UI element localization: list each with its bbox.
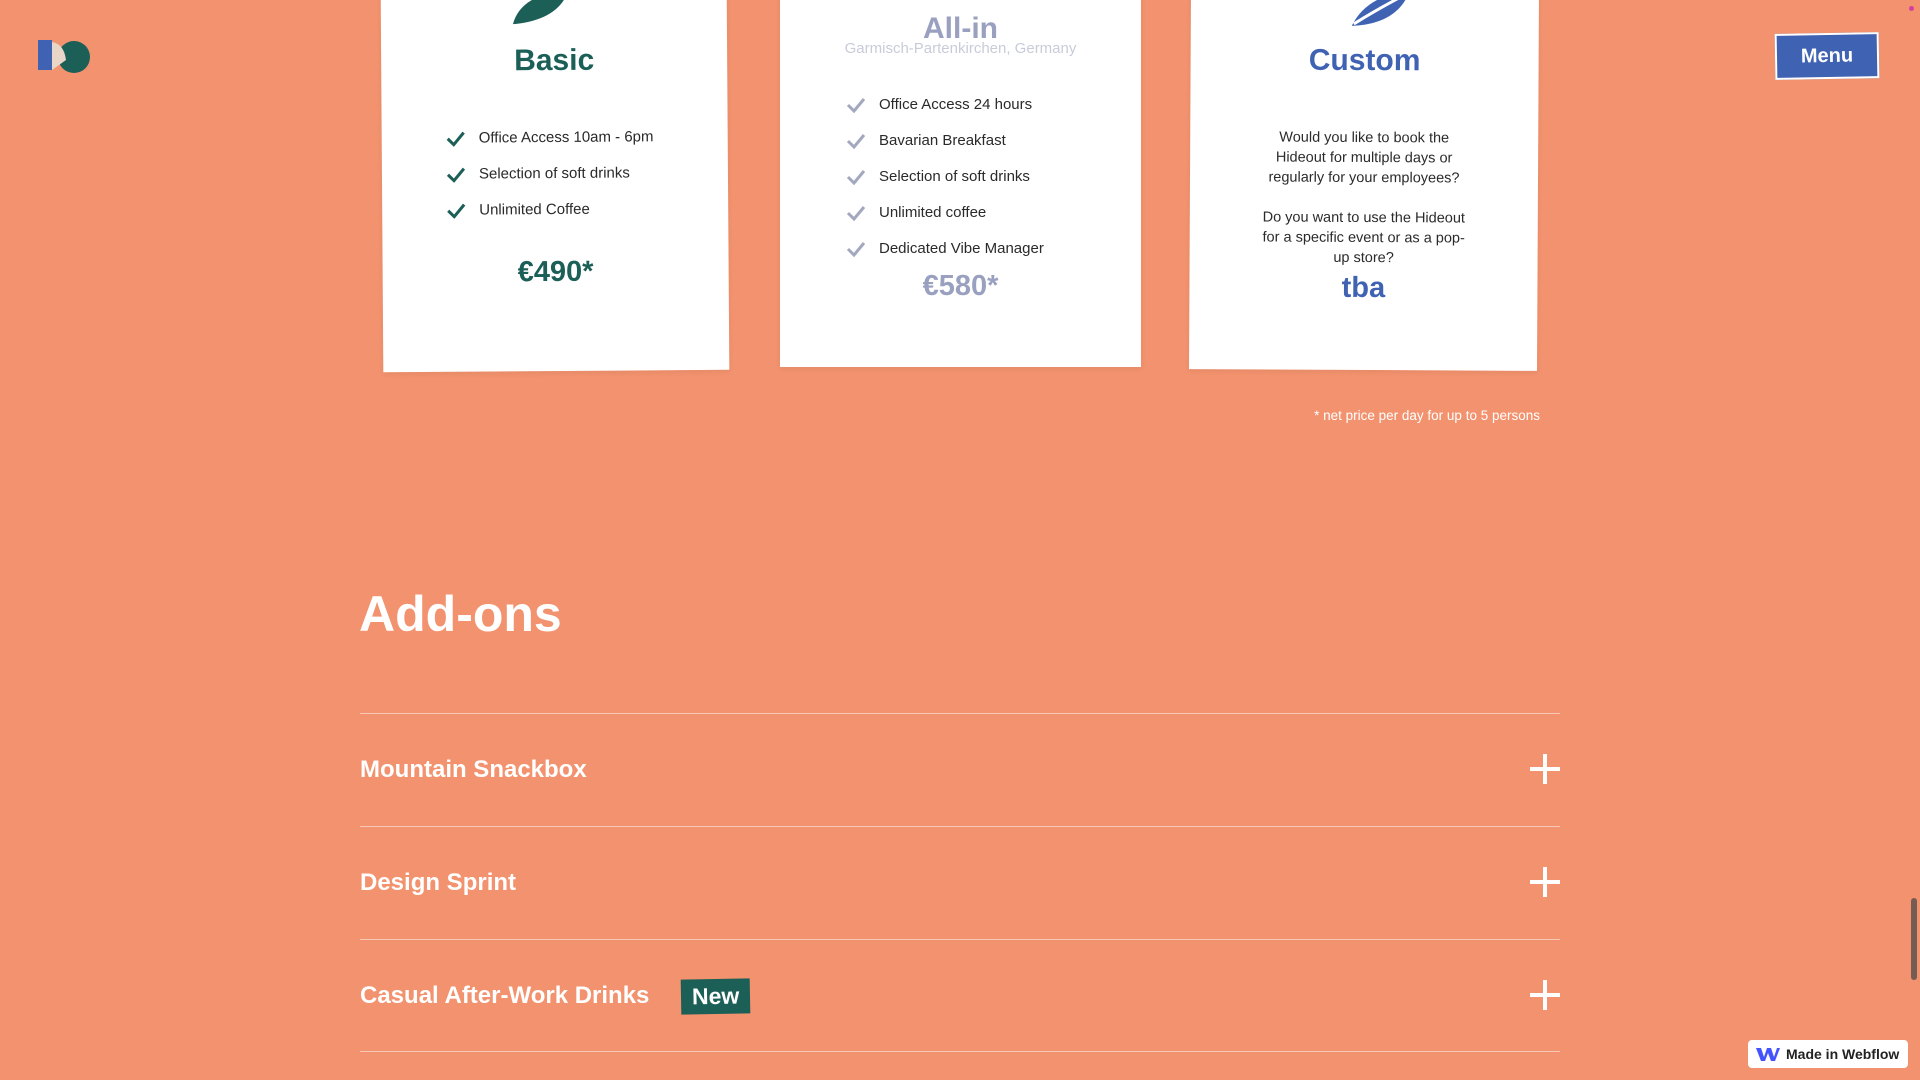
plus-icon[interactable]: [1530, 980, 1560, 1010]
custom-question: Would you like to book the Hideout for m…: [1268, 129, 1460, 187]
check-icon: [447, 203, 466, 219]
check-icon: [846, 205, 866, 221]
addon-item-design-sprint[interactable]: Design Sprint: [360, 827, 1560, 939]
check-icon: [846, 133, 866, 149]
pricing-card-allin: All-in Garmisch-Partenkirchen, Germany O…: [780, 0, 1141, 367]
feature-label: Office Access 10am - 6pm: [478, 128, 654, 147]
feature-item: Selection of soft drinks: [446, 163, 654, 183]
addon-label: Design Sprint: [360, 869, 517, 896]
feature-item: Bavarian Breakfast: [846, 131, 1044, 150]
feature-label: Selection of soft drinks: [879, 168, 1030, 185]
check-icon: [846, 97, 866, 113]
leaf-icon: [512, 0, 569, 25]
price: €580*: [922, 270, 999, 302]
custom-question: Do you want to use the Hideout for a spe…: [1262, 209, 1465, 267]
check-icon: [446, 131, 465, 147]
feature-item: Unlimited coffee: [846, 203, 1044, 222]
scrollbar-thumb[interactable]: [1911, 898, 1917, 980]
leaf-icon: [1351, 0, 1410, 26]
webflow-badge-label: Made in Webflow: [1786, 1046, 1900, 1062]
feature-label: Selection of soft drinks: [478, 164, 630, 183]
pricing-card-custom: Custom Would you like to book the Hideou…: [1189, 0, 1539, 371]
feature-item: Office Access 10am - 6pm: [446, 127, 654, 147]
hideout-logo-icon[interactable]: [38, 36, 94, 76]
price: €490*: [517, 255, 594, 289]
price-note: * net price per day for up to 5 persons: [1314, 408, 1540, 423]
plus-icon[interactable]: [1530, 867, 1560, 897]
addon-item-mountain-snackbox[interactable]: Mountain Snackbox: [360, 714, 1560, 826]
webflow-logo-icon: [1756, 1047, 1780, 1061]
new-badge: New: [681, 977, 752, 1015]
feature-item: Dedicated Vibe Manager: [846, 239, 1044, 258]
feature-label: Unlimited coffee: [879, 204, 987, 221]
feature-item: Unlimited Coffee: [446, 199, 654, 219]
check-icon: [446, 167, 466, 183]
feature-item: Selection of soft drinks: [846, 167, 1044, 186]
indicator-dot: [1909, 6, 1914, 11]
card-title: Custom: [1308, 43, 1421, 78]
addon-label: Casual After-Work Drinks: [360, 982, 650, 1009]
made-in-webflow-badge[interactable]: Made in Webflow: [1748, 1040, 1908, 1068]
feature-label: Office Access 24 hours: [879, 96, 1033, 113]
pricing-card-basic: Basic Office Access 10am - 6pm Selection…: [380, 0, 730, 373]
menu-button[interactable]: Menu: [1774, 32, 1880, 80]
price: tba: [1341, 271, 1386, 305]
addon-item-casual-after-work-drinks[interactable]: Casual After-Work Drinks New: [360, 940, 1560, 1052]
card-subtitle: Garmisch-Partenkirchen, Germany: [844, 40, 1077, 57]
plus-icon[interactable]: [1530, 754, 1560, 784]
card-title: Basic: [514, 43, 595, 78]
feature-list: Office Access 10am - 6pm Selection of so…: [446, 127, 655, 236]
feature-item: Office Access 24 hours: [846, 95, 1044, 114]
addons-heading: Add-ons: [359, 586, 562, 642]
addon-label: Mountain Snackbox: [360, 756, 587, 783]
feature-label: Unlimited Coffee: [479, 200, 590, 219]
feature-list: Office Access 24 hours Bavarian Breakfas…: [846, 95, 1044, 275]
divider: [360, 1051, 1560, 1052]
feature-label: Dedicated Vibe Manager: [879, 240, 1044, 257]
feature-label: Bavarian Breakfast: [879, 132, 1006, 149]
check-icon: [846, 169, 866, 185]
check-icon: [846, 241, 866, 257]
